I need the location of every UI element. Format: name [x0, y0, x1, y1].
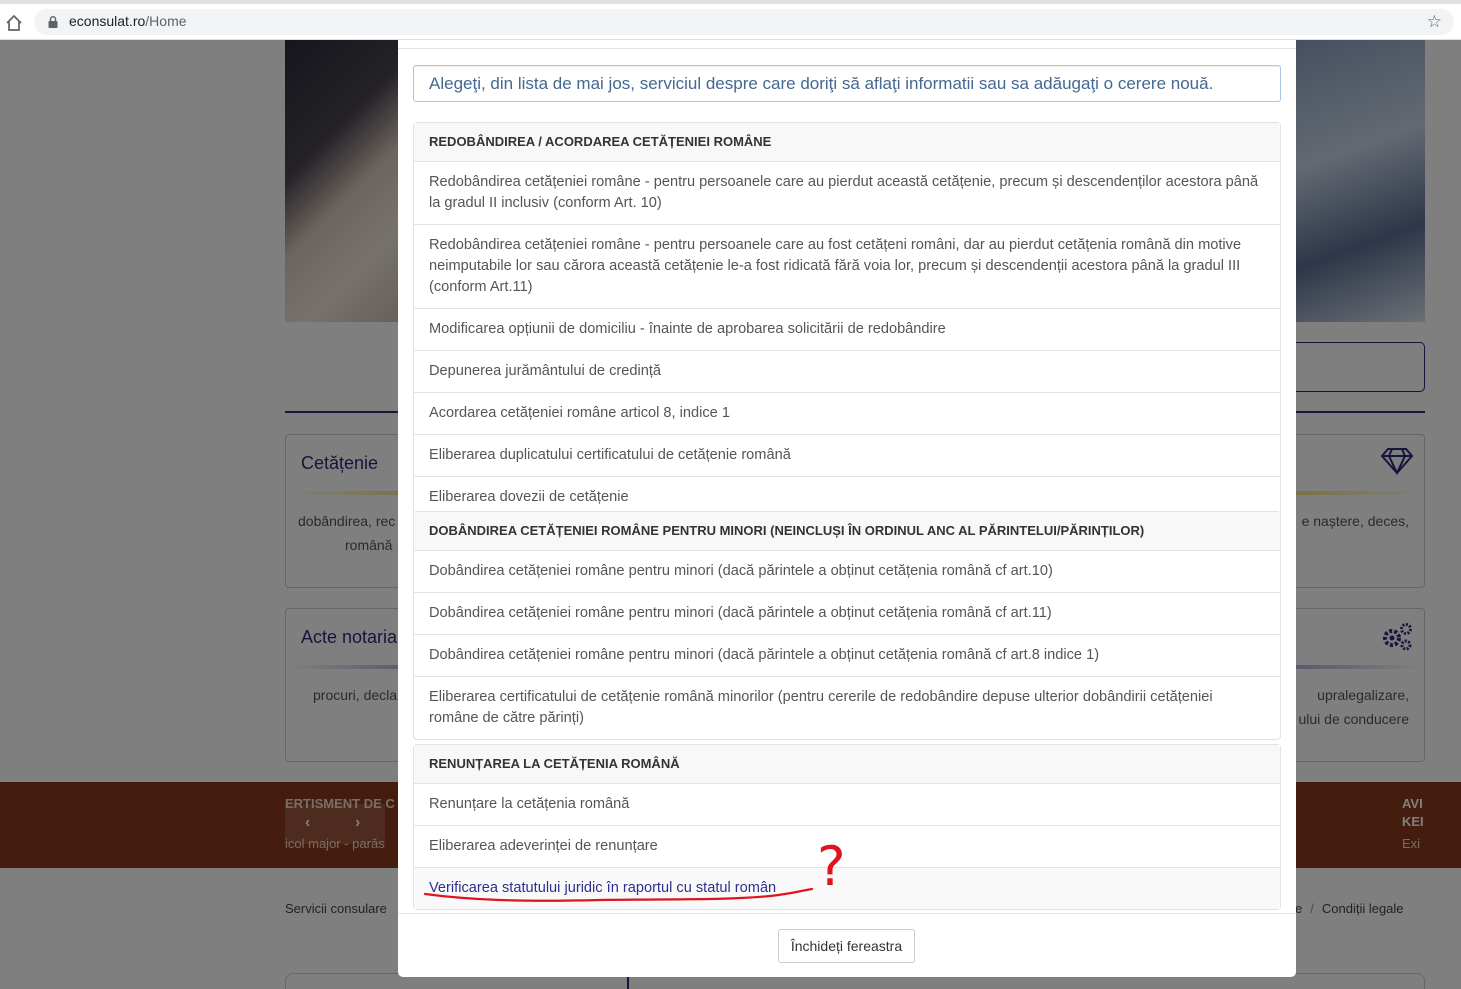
service-item[interactable]: Modificarea opțiunii de domiciliu - înai…: [414, 309, 1280, 351]
browser-toolbar: econsulat.ro/Home ☆: [0, 0, 1461, 40]
service-item[interactable]: Eliberarea duplicatului certificatului d…: [414, 435, 1280, 477]
service-item[interactable]: Dobândirea cetățeniei române pentru mino…: [414, 593, 1280, 635]
section-heading: REDOBÂNDIREA / ACORDAREA CETĂȚENIEI ROMÂ…: [414, 123, 1280, 162]
close-modal-button[interactable]: Închideți fereastra: [778, 929, 915, 963]
section-minori: DOBÂNDIREA CETĂȚENIEI ROMÂNE PENTRU MINO…: [413, 511, 1281, 740]
service-item[interactable]: Dobândirea cetățeniei române pentru mino…: [414, 551, 1280, 593]
home-icon[interactable]: [5, 14, 23, 32]
section-renuntare: RENUNȚAREA LA CETĂȚENIA ROMÂNĂ Renunțare…: [413, 744, 1281, 910]
service-selection-modal: Alegeţi, din lista de mai jos, serviciul…: [398, 40, 1296, 977]
service-item[interactable]: Dobândirea cetățeniei române pentru mino…: [414, 635, 1280, 677]
section-heading: DOBÂNDIREA CETĂȚENIEI ROMÂNE PENTRU MINO…: [414, 512, 1280, 551]
service-item-verificare-statut[interactable]: Verificarea statutului juridic în raport…: [414, 868, 1280, 909]
service-item[interactable]: Eliberarea certificatului de cetățenie r…: [414, 677, 1280, 739]
intro-info-box: Alegeţi, din lista de mai jos, serviciul…: [413, 65, 1281, 102]
service-item[interactable]: Redobândirea cetățeniei române - pentru …: [414, 225, 1280, 309]
url-text: econsulat.ro/Home: [69, 13, 187, 29]
address-bar[interactable]: econsulat.ro/Home ☆: [34, 9, 1454, 35]
section-heading: RENUNȚAREA LA CETĂȚENIA ROMÂNĂ: [414, 745, 1280, 784]
service-item[interactable]: Renunțare la cetățenia română: [414, 784, 1280, 826]
modal-header-divider: [398, 48, 1296, 49]
service-item[interactable]: Redobândirea cetățeniei române - pentru …: [414, 162, 1280, 225]
lock-icon: [48, 16, 58, 28]
service-item[interactable]: Depunerea jurământului de credință: [414, 351, 1280, 393]
service-item[interactable]: Eliberarea adeverinței de renunțare: [414, 826, 1280, 868]
modal-footer-divider: [398, 913, 1296, 914]
bookmark-star-icon[interactable]: ☆: [1427, 12, 1442, 32]
section-redobandire: REDOBÂNDIREA / ACORDAREA CETĂȚENIEI ROMÂ…: [413, 122, 1281, 519]
service-item[interactable]: Acordarea cetățeniei române articol 8, i…: [414, 393, 1280, 435]
